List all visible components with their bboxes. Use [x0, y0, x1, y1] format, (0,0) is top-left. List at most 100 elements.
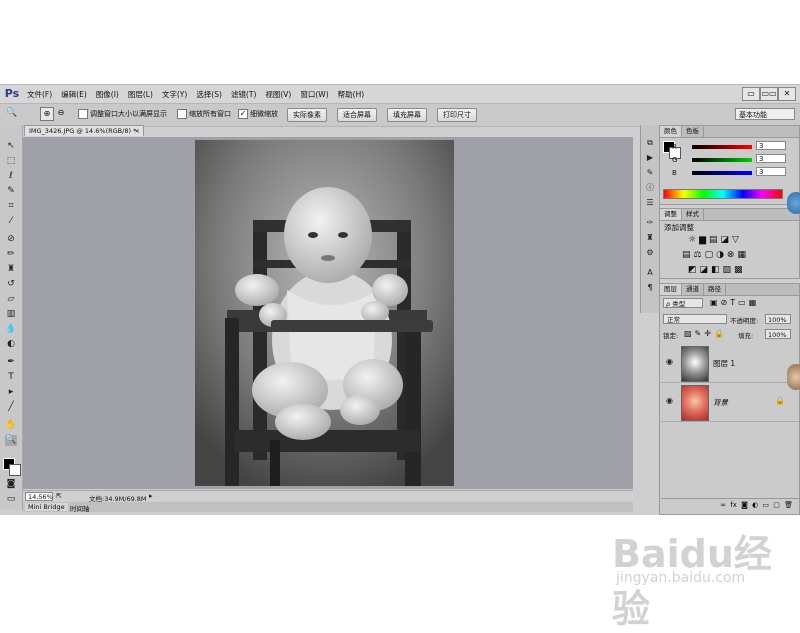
zoom-level-field[interactable]: 14.56%: [25, 492, 53, 501]
toolbox: ↖ ⬚ ℓ ✎ ⌗ ⁄ ⊘ ✏ ♜ ↺ ▱ ▥ 💧 ◐ ✒ T ▸ ╱ ✋ 🔍 …: [0, 125, 23, 510]
floating-avatar-icon[interactable]: [787, 192, 800, 214]
screen-mode-icon[interactable]: ▭: [5, 494, 17, 505]
close-tab-icon[interactable]: ×: [135, 126, 140, 137]
eye-icon[interactable]: ◉: [666, 357, 676, 366]
layer-row-1[interactable]: ◉ 图层 1: [661, 344, 799, 383]
clone-stamp-tool-icon[interactable]: ♜: [5, 264, 17, 275]
eraser-tool-icon[interactable]: ▱: [5, 294, 17, 305]
menu-filter[interactable]: 滤镜(T): [231, 89, 256, 100]
channels-tab[interactable]: 通道: [682, 284, 704, 295]
green-slider[interactable]: [692, 158, 752, 162]
document-image[interactable]: [195, 140, 454, 486]
shape-tool-icon[interactable]: ╱: [5, 402, 17, 413]
brush-icon[interactable]: ✑: [644, 217, 656, 228]
pen-tool-icon[interactable]: ✒: [5, 357, 17, 368]
layer-filter-icons[interactable]: ▣⊘T▭▦: [710, 298, 759, 307]
minimize-button[interactable]: ▭: [742, 87, 760, 101]
zoom-tool-icon[interactable]: 🔍: [6, 108, 24, 120]
character-icon[interactable]: A: [644, 267, 656, 278]
menu-window[interactable]: 窗口(W): [300, 89, 328, 100]
crop-tool-icon[interactable]: ⌗: [5, 201, 17, 212]
adjustment-icons-row2[interactable]: ▤⚖▢◑⊗▦: [682, 250, 749, 260]
fit-screen-button[interactable]: 适合屏幕: [337, 108, 377, 122]
adjustments-tab[interactable]: 调整: [660, 209, 682, 220]
type-tool-icon[interactable]: T: [5, 372, 17, 383]
zoom-in-icon[interactable]: ⊕: [40, 107, 54, 121]
menu-view[interactable]: 视图(V): [265, 89, 291, 100]
clone-source-icon[interactable]: ♜: [644, 232, 656, 243]
gradient-tool-icon[interactable]: ▥: [5, 309, 17, 320]
red-label: R: [672, 143, 677, 151]
layers-tab[interactable]: 图层: [660, 284, 682, 295]
hand-tool-icon[interactable]: ✋: [5, 420, 17, 431]
blur-tool-icon[interactable]: 💧: [5, 324, 17, 335]
actual-pixels-button[interactable]: 实际像素: [287, 108, 327, 122]
paragraph-icon[interactable]: ¶: [644, 282, 656, 293]
floating-avatar-icon[interactable]: [787, 364, 800, 390]
lock-icons[interactable]: ▨✎✛🔒: [684, 329, 727, 338]
layer-name[interactable]: 背景: [713, 397, 728, 408]
red-slider-row: R 3: [672, 141, 786, 151]
print-size-button[interactable]: 打印尺寸: [437, 108, 477, 122]
dodge-tool-icon[interactable]: ◐: [5, 339, 17, 350]
move-tool-icon[interactable]: ↖: [5, 141, 17, 152]
menu-layer[interactable]: 图层(L): [128, 89, 153, 100]
menu-edit[interactable]: 编辑(E): [61, 89, 87, 100]
actions-icon[interactable]: ▶: [644, 152, 656, 163]
restore-button[interactable]: ▭▭: [760, 87, 778, 101]
zoom-out-icon[interactable]: ⊖: [55, 107, 67, 119]
blue-slider[interactable]: [692, 171, 752, 175]
scrubby-zoom-checkbox[interactable]: ✓: [238, 109, 248, 119]
menu-select[interactable]: 选择(S): [196, 89, 222, 100]
eyedropper-tool-icon[interactable]: ⁄: [5, 216, 17, 227]
red-slider[interactable]: [692, 145, 752, 149]
brush-preset-icon[interactable]: ✎: [644, 167, 656, 178]
menu-file[interactable]: 文件(F): [27, 89, 52, 100]
info-icon[interactable]: ⓘ: [644, 182, 656, 193]
properties-icon[interactable]: ☰: [644, 197, 656, 208]
zoom-all-windows-checkbox[interactable]: [177, 109, 187, 119]
color-ramp[interactable]: [663, 189, 783, 199]
red-value[interactable]: 3: [756, 141, 786, 150]
paths-tab[interactable]: 路径: [704, 284, 726, 295]
blend-mode-select[interactable]: 正常: [663, 314, 727, 324]
eye-icon[interactable]: ◉: [666, 396, 676, 405]
fill-field[interactable]: 100%: [765, 329, 791, 339]
green-value[interactable]: 3: [756, 154, 786, 163]
swatches-tab[interactable]: 色板: [682, 126, 704, 137]
quick-mask-icon[interactable]: ◙: [5, 479, 17, 490]
layer-row-background[interactable]: ◉ 背景 🔒: [661, 383, 799, 422]
brush-tool-icon[interactable]: ✏: [5, 249, 17, 260]
adjustment-icons-row3[interactable]: ◩◪◧▨▩: [688, 265, 746, 275]
status-arrow-icon[interactable]: ▸: [149, 492, 153, 500]
tool-preset-icon[interactable]: ⚙: [644, 247, 656, 258]
color-tab[interactable]: 颜色: [660, 126, 682, 137]
menu-type[interactable]: 文字(Y): [162, 89, 187, 100]
layer-filter-select[interactable]: ρ 类型: [663, 298, 703, 308]
opacity-field[interactable]: 100%: [765, 314, 791, 324]
background-color-swatch[interactable]: [9, 464, 21, 476]
menu-help[interactable]: 帮助(H): [338, 89, 365, 100]
workspace-select[interactable]: 基本功能: [735, 108, 795, 120]
styles-tab[interactable]: 样式: [682, 209, 704, 220]
quick-select-tool-icon[interactable]: ✎: [5, 186, 17, 197]
document-tab[interactable]: IMG_3426.JPG @ 14.6%(RGB/8) * ×: [24, 125, 144, 136]
export-icon[interactable]: ⇱: [56, 492, 62, 500]
close-button[interactable]: ✕: [778, 87, 796, 101]
mini-bridge-tab[interactable]: Mini Bridge: [25, 503, 68, 511]
layers-footer-icons[interactable]: ∞ fx ◙ ◐ ▭ ▢ 🗑: [661, 498, 799, 510]
resize-windows-checkbox[interactable]: [78, 109, 88, 119]
path-select-tool-icon[interactable]: ▸: [5, 387, 17, 398]
marquee-tool-icon[interactable]: ⬚: [5, 156, 17, 167]
lasso-tool-icon[interactable]: ℓ: [5, 171, 17, 182]
adjustment-icons-row1[interactable]: ☼▆▤◪▽: [688, 235, 742, 245]
zoom-tool-icon[interactable]: 🔍: [5, 435, 17, 446]
timeline-tab[interactable]: 时间轴: [67, 503, 93, 513]
layer-name[interactable]: 图层 1: [713, 358, 735, 369]
fill-screen-button[interactable]: 填充屏幕: [387, 108, 427, 122]
healing-brush-tool-icon[interactable]: ⊘: [5, 234, 17, 245]
blue-value[interactable]: 3: [756, 167, 786, 176]
history-icon[interactable]: ⧉: [644, 137, 656, 148]
menu-image[interactable]: 图像(I): [96, 89, 119, 100]
history-brush-tool-icon[interactable]: ↺: [5, 279, 17, 290]
